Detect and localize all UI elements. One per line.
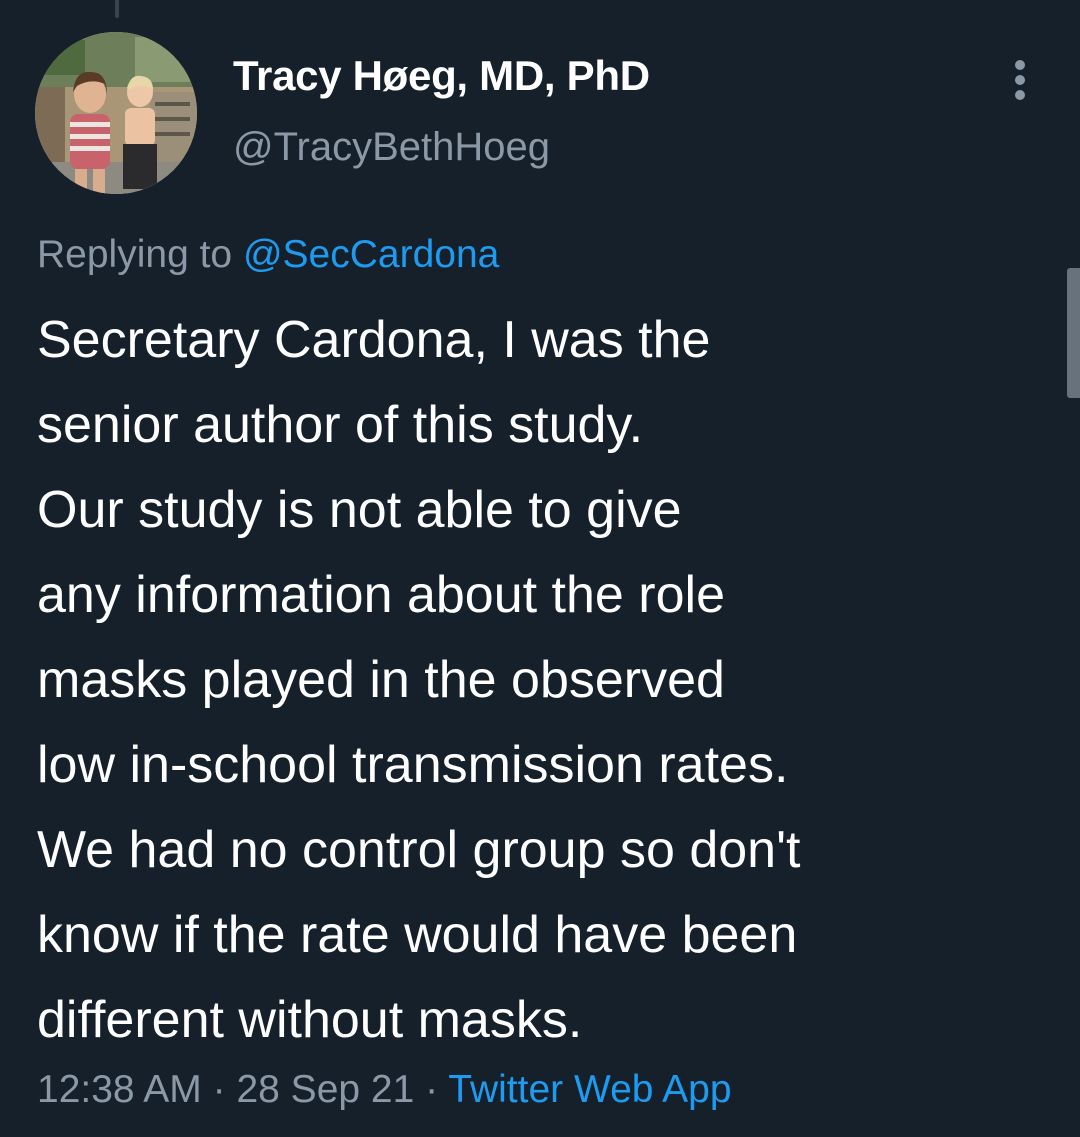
replying-to: Replying to @SecCardona: [37, 233, 499, 277]
author-handle[interactable]: @TracyBethHoeg: [233, 125, 550, 170]
more-dot-icon: [1015, 60, 1025, 70]
tweet-text-line: senior author of this study.: [37, 396, 644, 454]
more-options-button[interactable]: [995, 50, 1045, 110]
more-dot-icon: [1015, 75, 1025, 85]
tweet-text-line: know if the rate would have been: [37, 906, 798, 964]
meta-separator: ·: [425, 1068, 439, 1111]
avatar[interactable]: [35, 32, 197, 194]
more-dot-icon: [1015, 90, 1025, 100]
tweet-text-line: Our study is not able to give: [37, 481, 682, 539]
author-display-name[interactable]: Tracy Høeg, MD, PhD: [233, 52, 650, 100]
scrollbar-thumb[interactable]: [1067, 268, 1080, 398]
replying-to-label: Replying to: [37, 233, 243, 276]
tweet-text-line: different without masks.: [37, 991, 583, 1049]
thread-connector-line: [115, 0, 119, 18]
tweet-text-line: Secretary Cardona, I was the: [37, 311, 711, 369]
tweet-time[interactable]: 12:38 AM: [37, 1068, 202, 1111]
tweet-text-line: We had no control group so don't: [37, 821, 801, 879]
tweet-text-line: low in-school transmission rates.: [37, 736, 789, 794]
tweet-text-line: masks played in the observed: [37, 651, 725, 709]
replying-to-mention-link[interactable]: @SecCardona: [243, 233, 499, 276]
tweet-metadata: 12:38 AM · 28 Sep 21 · Twitter Web App: [37, 1068, 732, 1112]
tweet-text-line: any information about the role: [37, 566, 725, 624]
tweet-source-link[interactable]: Twitter Web App: [448, 1068, 731, 1111]
tweet-date[interactable]: 28 Sep 21: [236, 1068, 414, 1111]
meta-separator: ·: [212, 1068, 226, 1111]
tweet-text: Secretary Cardona, I was the senior auth…: [37, 298, 1047, 1063]
profile-photo-icon: [35, 32, 197, 194]
